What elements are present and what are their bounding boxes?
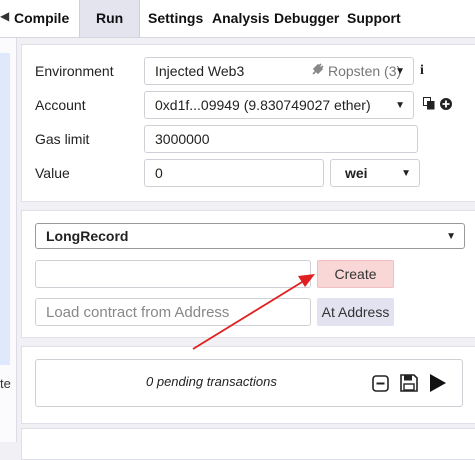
annotation-arrow-line [192, 278, 308, 350]
annotation-arrow-head [298, 274, 315, 287]
annotation-arrow [192, 274, 315, 350]
